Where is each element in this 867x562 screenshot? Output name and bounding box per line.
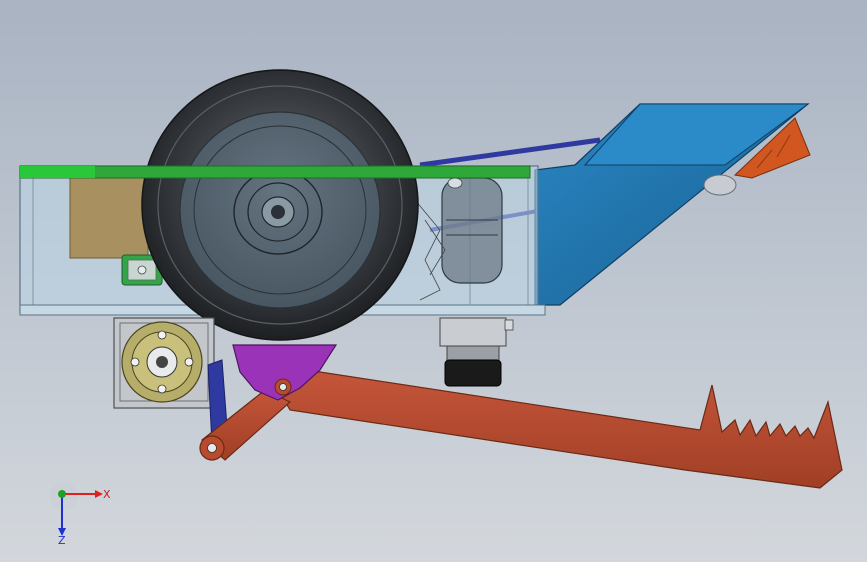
cad-viewport[interactable]: X Z — [0, 0, 867, 562]
drive-wheel — [141, 69, 419, 341]
electronics-box — [69, 177, 149, 259]
x-axis-label: X — [103, 488, 111, 501]
top-rail — [19, 165, 531, 179]
z-axis-label: Z — [58, 534, 66, 547]
linear-actuator — [439, 317, 514, 387]
drive-motor — [113, 317, 215, 409]
x-axis-arrowhead — [95, 490, 103, 498]
top-rail-front — [20, 166, 95, 178]
blue-scoop — [534, 103, 810, 306]
assembly-drawing — [19, 69, 843, 489]
coordinate-triad-icon: X Z — [50, 482, 111, 547]
y-axis-origin — [58, 490, 66, 498]
rear-shock-canister — [441, 177, 503, 284]
